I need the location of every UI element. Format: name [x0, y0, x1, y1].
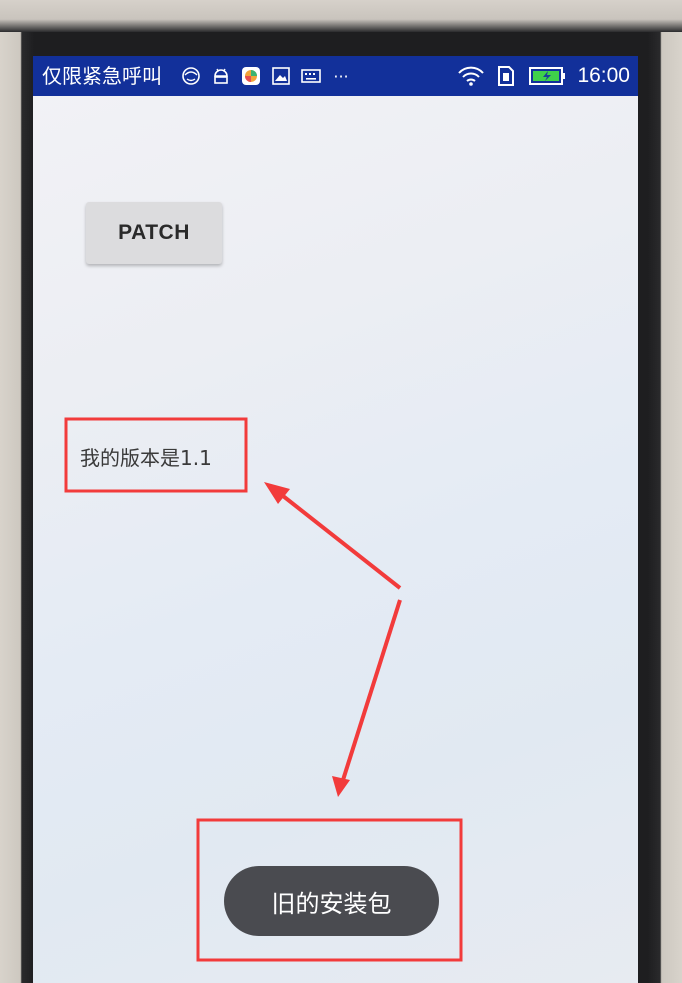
sim-icon: [495, 66, 519, 86]
carrier-text: 仅限紧急呼叫: [42, 64, 162, 88]
status-right: 16:00: [457, 62, 630, 90]
clock-time: 16:00: [577, 64, 630, 87]
version-label: 我的版本是1.1: [80, 446, 212, 470]
keyboard-icon: [301, 66, 321, 86]
more-icon: ···: [333, 66, 349, 86]
android-icon: [211, 66, 231, 86]
device-bezel-top: [0, 0, 682, 32]
image-icon: [271, 66, 291, 86]
status-bar: 仅限紧急呼叫 ··· 16:00: [33, 56, 638, 96]
smiley-icon: [181, 66, 201, 86]
wifi-icon: [457, 66, 485, 86]
toast-message: 旧的安装包: [224, 866, 439, 936]
patch-button[interactable]: PATCH: [86, 202, 222, 264]
battery-charging-icon: [529, 66, 567, 86]
notification-icons: ···: [181, 66, 351, 86]
phone-screen: 仅限紧急呼叫 ··· 16:00 PATCH 我的版本是1.1 旧的安装包: [33, 56, 638, 983]
app-icon: [241, 66, 261, 86]
